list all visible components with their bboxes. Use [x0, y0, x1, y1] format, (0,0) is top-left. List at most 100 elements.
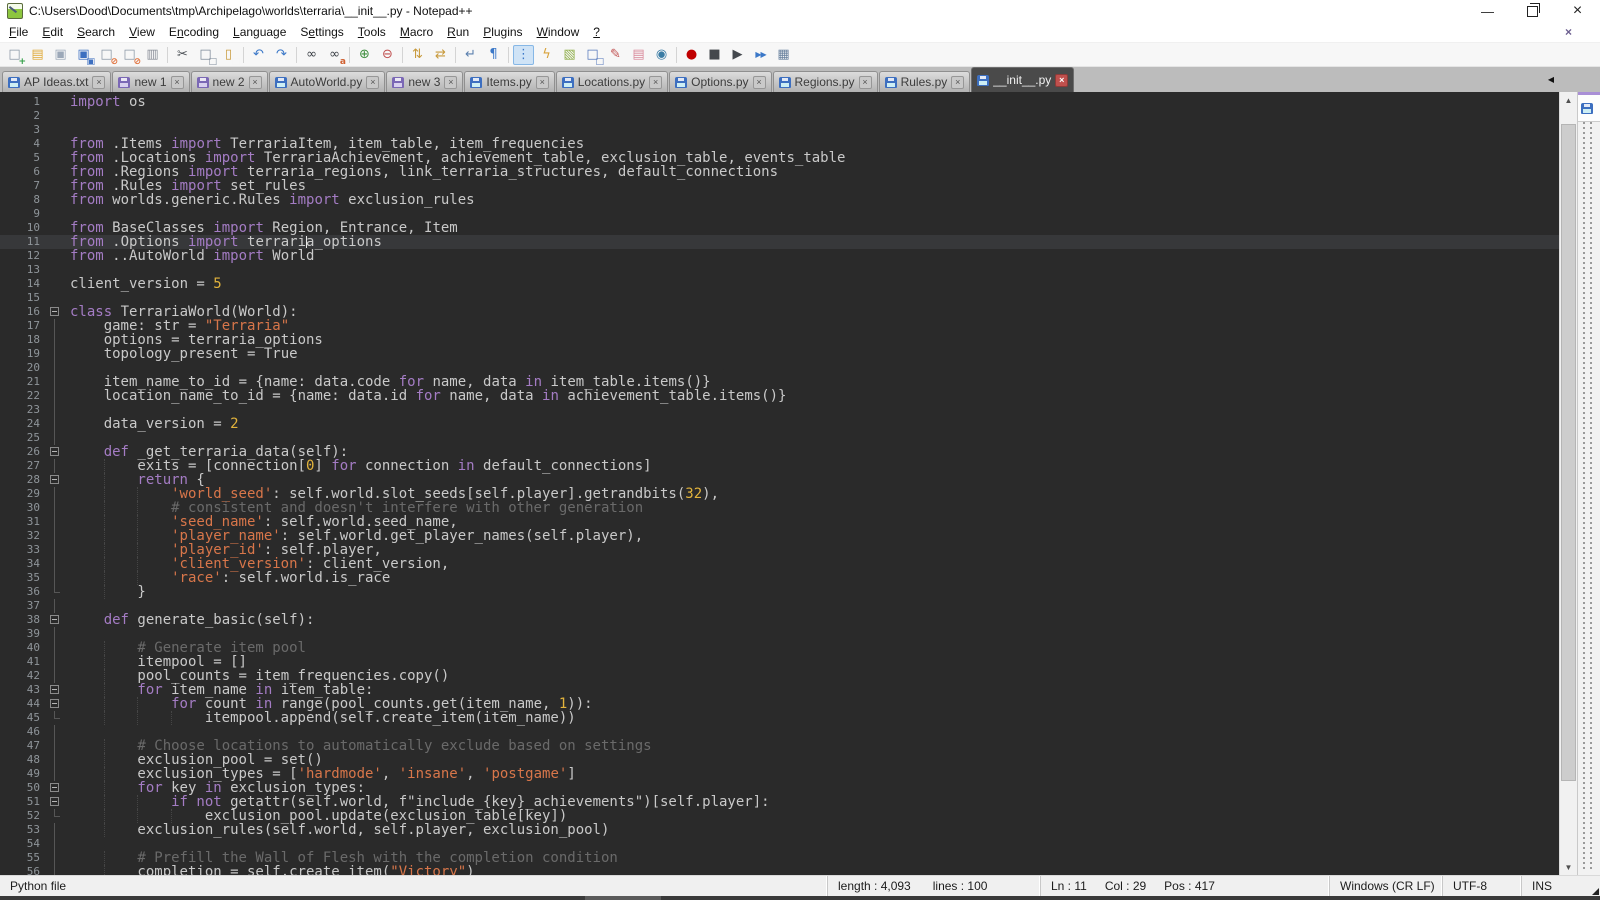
- tab-close-icon[interactable]: ×: [366, 76, 379, 89]
- tab-close-icon[interactable]: ×: [1055, 74, 1068, 87]
- code-line[interactable]: 4from .Items import TerrariaItem, item_t…: [0, 137, 1559, 151]
- code-line[interactable]: 55 # Prefill the Wall of Flesh with the …: [0, 851, 1559, 865]
- code-line[interactable]: 27 exits = [connection[0] for connection…: [0, 459, 1559, 473]
- code-line[interactable]: 53 exclusion_rules(self.world, self.play…: [0, 823, 1559, 837]
- tab-close-icon[interactable]: ×: [753, 76, 766, 89]
- code-line[interactable]: 11from .Options import terraria_options: [0, 235, 1559, 249]
- code-line[interactable]: 19 topology_present = True: [0, 347, 1559, 361]
- word-wrap-icon[interactable]: ↵: [460, 45, 481, 65]
- code-line[interactable]: 2: [0, 109, 1559, 123]
- menu-item-[interactable]: ?: [586, 23, 607, 41]
- code-line[interactable]: 1import os: [0, 95, 1559, 109]
- code-line[interactable]: 36 }: [0, 585, 1559, 599]
- docked-panel-strip[interactable]: [1577, 92, 1600, 875]
- code-line[interactable]: 32 'player_name': self.world.get_player_…: [0, 529, 1559, 543]
- menu-item-run[interactable]: Run: [440, 23, 476, 41]
- new-file-icon[interactable]: □+: [4, 45, 25, 65]
- sync-horizontal-icon[interactable]: ⇄: [430, 45, 451, 65]
- code-line[interactable]: 21 item_name_to_id = {name: data.code fo…: [0, 375, 1559, 389]
- show-all-characters-icon[interactable]: ¶: [483, 45, 504, 65]
- code-line[interactable]: 46: [0, 725, 1559, 739]
- close-document-icon[interactable]: ×: [1565, 25, 1572, 39]
- code-line[interactable]: 48 exclusion_pool = set(): [0, 753, 1559, 767]
- redo-icon[interactable]: ↷: [271, 45, 292, 65]
- code-line[interactable]: 29 'world_seed': self.world.slot_seeds[s…: [0, 487, 1559, 501]
- menu-item-edit[interactable]: Edit: [35, 23, 70, 41]
- document-list-icon[interactable]: □□: [582, 45, 603, 65]
- tab-close-icon[interactable]: ×: [536, 76, 549, 89]
- fold-collapse-icon[interactable]: [48, 305, 62, 319]
- scrollbar-track[interactable]: [1560, 108, 1577, 859]
- minimize-button[interactable]: —: [1465, 0, 1510, 22]
- paste-icon[interactable]: ▯□: [218, 45, 239, 65]
- menu-item-settings[interactable]: Settings: [293, 23, 350, 41]
- fold-collapse-icon[interactable]: [48, 473, 62, 487]
- code-line[interactable]: 52 exclusion_pool.update(exclusion_table…: [0, 809, 1559, 823]
- close-all-icon[interactable]: □⊘: [119, 45, 140, 65]
- tab-close-icon[interactable]: ×: [92, 76, 105, 89]
- tab-close-icon[interactable]: ×: [649, 76, 662, 89]
- tab-autoworld-py[interactable]: AutoWorld.py×: [269, 71, 386, 92]
- replace-icon[interactable]: ∞a: [324, 45, 345, 65]
- code-line[interactable]: 35 'race': self.world.is_race: [0, 571, 1559, 585]
- macro-play-icon[interactable]: ▶: [727, 45, 748, 65]
- code-line[interactable]: 45 itempool.append(self.create_item(item…: [0, 711, 1559, 725]
- tab-new-3[interactable]: new 3×: [386, 71, 463, 92]
- code-line[interactable]: 12from ..AutoWorld import World: [0, 249, 1559, 263]
- save-icon[interactable]: ▣: [50, 45, 71, 65]
- tab-scroll-left-icon[interactable]: ◀: [1548, 75, 1554, 84]
- code-line[interactable]: 28 return {: [0, 473, 1559, 487]
- open-file-icon[interactable]: ▤: [27, 45, 48, 65]
- code-line[interactable]: 8from worlds.generic.Rules import exclus…: [0, 193, 1559, 207]
- macro-run-multiple-icon[interactable]: ▶▶: [750, 45, 771, 65]
- vertical-scrollbar[interactable]: ▲ ▼: [1559, 92, 1577, 875]
- code-line[interactable]: 30 # consistent and doesn't interfere wi…: [0, 501, 1559, 515]
- scrollbar-thumb[interactable]: [1561, 124, 1576, 781]
- code-line[interactable]: 33 'player_id': self.player,: [0, 543, 1559, 557]
- code-line[interactable]: 22 location_name_to_id = {name: data.id …: [0, 389, 1559, 403]
- function-completion-icon[interactable]: ϟ: [536, 45, 557, 65]
- code-line[interactable]: 23: [0, 403, 1559, 417]
- code-line[interactable]: 41 itempool = []: [0, 655, 1559, 669]
- menu-item-language[interactable]: Language: [226, 23, 293, 41]
- macro-stop-icon[interactable]: ■: [704, 45, 725, 65]
- scroll-up-button[interactable]: ▲: [1560, 92, 1577, 108]
- code-line[interactable]: 50 for key in exclusion_types:: [0, 781, 1559, 795]
- save-all-icon[interactable]: ▣▣: [73, 45, 94, 65]
- document-map-icon[interactable]: ▧: [559, 45, 580, 65]
- code-line[interactable]: 40 # Generate item pool: [0, 641, 1559, 655]
- menu-item-file[interactable]: File: [2, 23, 35, 41]
- tab-close-icon[interactable]: ×: [249, 76, 262, 89]
- tab-close-icon[interactable]: ×: [171, 76, 184, 89]
- copy-icon[interactable]: □□: [195, 45, 216, 65]
- code-line[interactable]: 16class TerrariaWorld(World):: [0, 305, 1559, 319]
- fold-collapse-icon[interactable]: [48, 781, 62, 795]
- tab--init-py[interactable]: __init__.py×: [971, 67, 1074, 92]
- find-icon[interactable]: ∞: [301, 45, 322, 65]
- code-line[interactable]: 3: [0, 123, 1559, 137]
- menu-item-window[interactable]: Window: [530, 23, 587, 41]
- code-line[interactable]: 26 def _get_terraria_data(self):: [0, 445, 1559, 459]
- menu-item-macro[interactable]: Macro: [393, 23, 440, 41]
- code-line[interactable]: 10from BaseClasses import Region, Entran…: [0, 221, 1559, 235]
- sync-vertical-icon[interactable]: ⇅: [407, 45, 428, 65]
- macro-save-icon[interactable]: ▦: [773, 45, 794, 65]
- code-line[interactable]: 49 exclusion_types = ['hardmode', 'insan…: [0, 767, 1559, 781]
- fold-collapse-icon[interactable]: [48, 613, 62, 627]
- scroll-down-button[interactable]: ▼: [1560, 859, 1577, 875]
- code-line[interactable]: 38 def generate_basic(self):: [0, 613, 1559, 627]
- code-line[interactable]: 14client_version = 5: [0, 277, 1559, 291]
- code-line[interactable]: 15: [0, 291, 1559, 305]
- menu-item-tools[interactable]: Tools: [351, 23, 393, 41]
- menu-item-view[interactable]: View: [122, 23, 162, 41]
- menu-item-search[interactable]: Search: [70, 23, 122, 41]
- restore-button[interactable]: [1510, 0, 1555, 22]
- docked-tab-fragment[interactable]: [1578, 92, 1600, 122]
- fold-collapse-icon[interactable]: [48, 683, 62, 697]
- tab-new-1[interactable]: new 1×: [112, 71, 189, 92]
- code-line[interactable]: 37: [0, 599, 1559, 613]
- cut-icon[interactable]: ✂: [172, 45, 193, 65]
- tab-close-icon[interactable]: ×: [444, 76, 457, 89]
- tab-close-icon[interactable]: ×: [859, 76, 872, 89]
- code-editor[interactable]: 1import os234from .Items import Terraria…: [0, 92, 1559, 875]
